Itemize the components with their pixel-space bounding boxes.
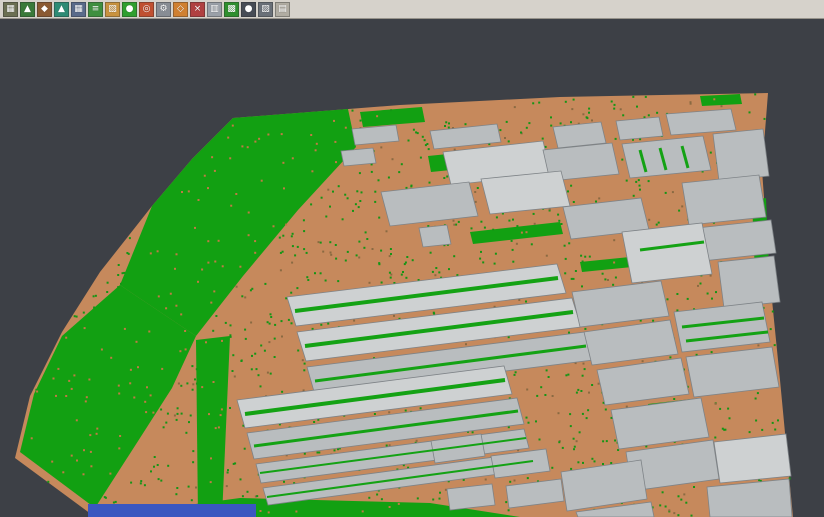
side-panel-icon[interactable]: ▥ [207,2,222,17]
delete-selection-icon[interactable]: × [190,2,205,17]
diamond-marker-icon[interactable]: ◇ [173,2,188,17]
building-roof [341,148,376,166]
mesh-grid-icon[interactable]: ▦ [71,2,86,17]
bottom-blue-strip [88,504,256,517]
building-roof [713,129,769,181]
layer-stack-icon[interactable]: ≡ [88,2,103,17]
vegetation-patch [700,94,742,106]
settings-gear-icon[interactable]: ⚙ [156,2,171,17]
viewport-3d[interactable] [0,0,824,517]
building-roof [718,256,780,308]
building-roof [419,225,451,247]
palette-tool-icon[interactable]: ▤ [275,2,290,17]
building-roof [352,125,399,145]
building-roof [481,171,570,214]
bounding-box-icon[interactable]: ▧ [105,2,120,17]
building-roof [682,175,766,225]
building-roof [666,109,736,135]
terrain-model-icon[interactable]: ▲ [20,2,35,17]
dem-view-icon[interactable]: ▲ [54,2,69,17]
target-picker-icon[interactable]: ◎ [139,2,154,17]
globe-view-icon[interactable]: ● [241,2,256,17]
scene-svg [0,0,824,517]
layer-grid-icon[interactable]: ▦ [3,2,18,17]
main-toolbar: ▦▲◆▲▦≡▧●◎⚙◇×▥▩●▨▤ [0,0,824,19]
histogram-tool-icon[interactable]: ▨ [258,2,273,17]
sphere-render-icon[interactable]: ● [122,2,137,17]
building-roof [622,223,712,283]
building-roof [622,136,711,178]
building-roof [616,117,663,140]
vegetation-class-icon[interactable]: ▩ [224,2,239,17]
building-roof [447,484,495,510]
ground-class-icon[interactable]: ◆ [37,2,52,17]
building-roof [714,434,791,483]
